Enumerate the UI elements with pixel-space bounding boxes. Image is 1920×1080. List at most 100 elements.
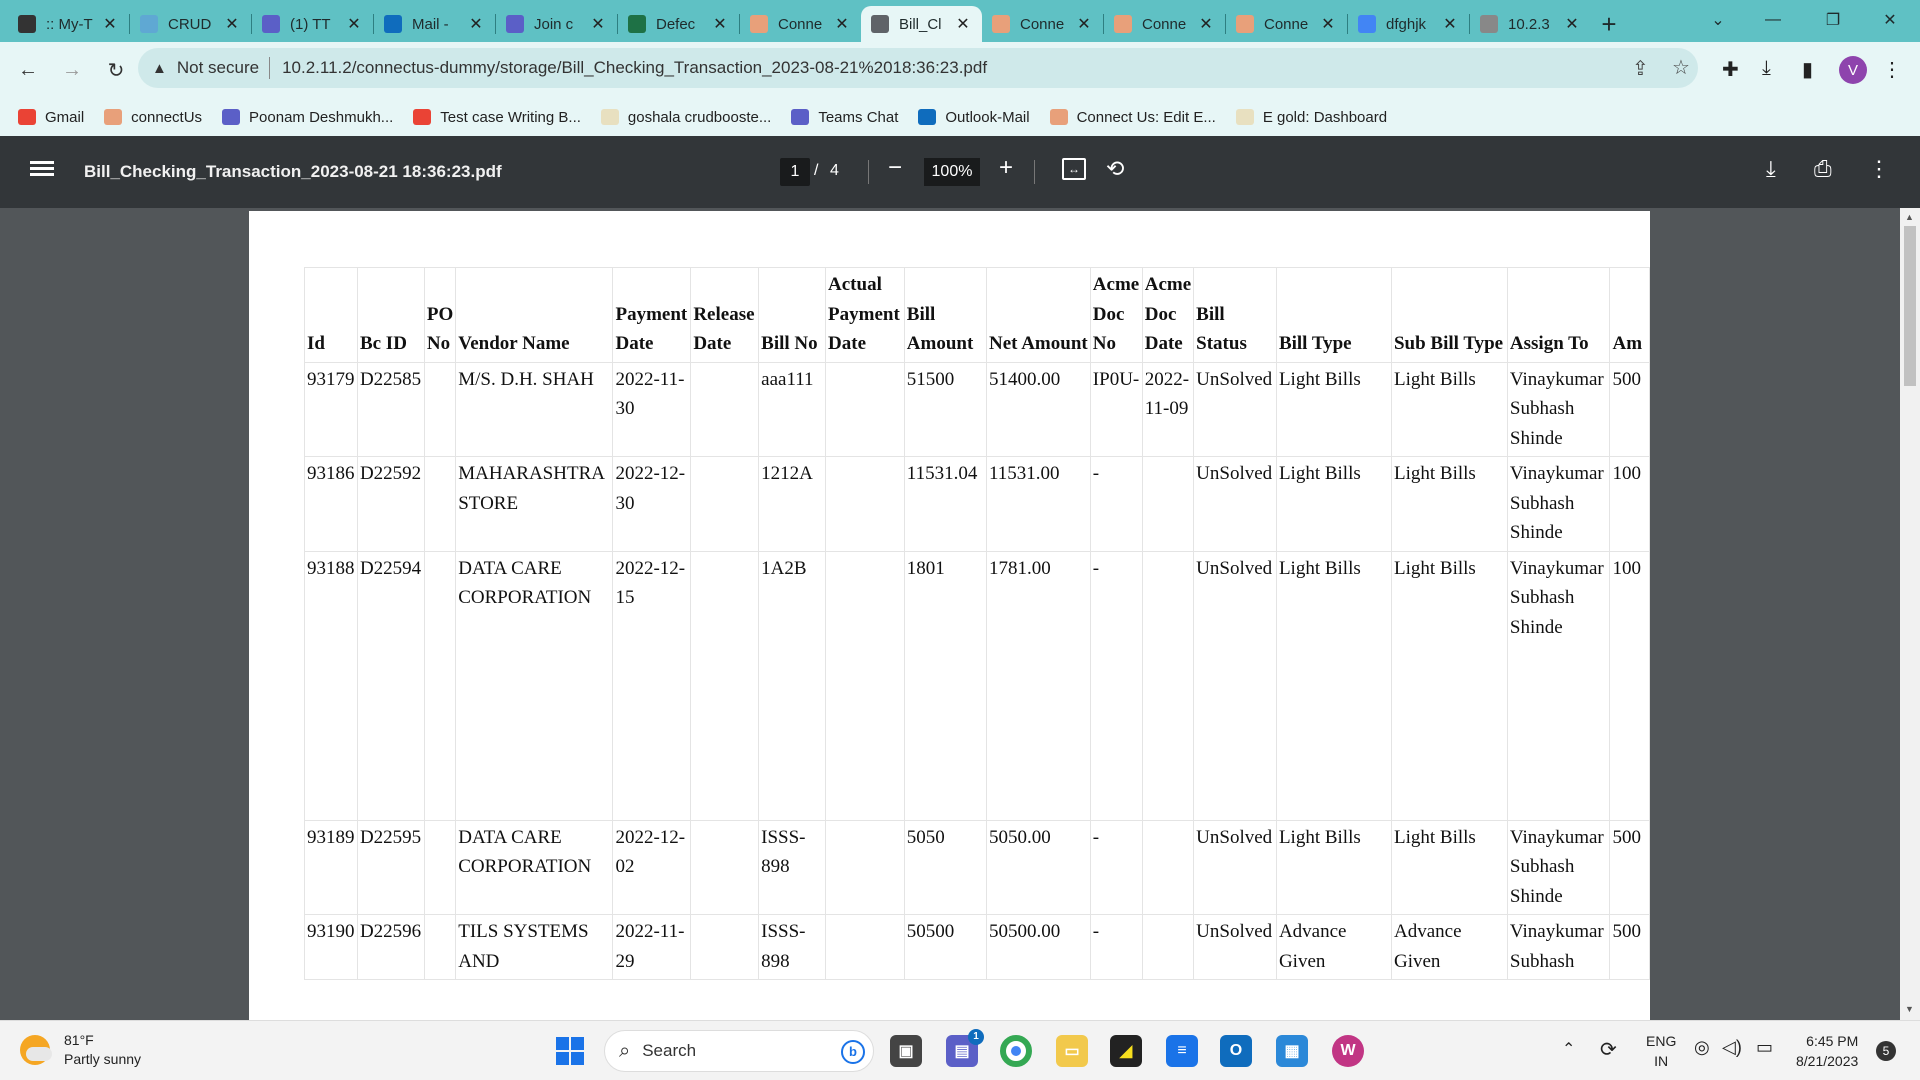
minimize-icon[interactable]: — [1745,0,1801,40]
control-panel-icon[interactable]: ▦ [1276,1035,1308,1067]
tab-close-icon[interactable]: ✕ [1563,14,1581,34]
back-icon[interactable]: ← [10,52,46,88]
browser-tab[interactable]: Conne ✕ [982,6,1103,42]
scroll-up-icon[interactable]: ▲ [1905,212,1914,222]
browser-tab[interactable]: Conne ✕ [1104,6,1225,42]
battery-icon[interactable]: ▭ [1756,1037,1773,1058]
extensions-icon[interactable]: ✚ [1722,57,1739,82]
browser-tab[interactable]: CRUD ✕ [130,6,251,42]
rotate-icon[interactable]: ⟲ [1106,156,1124,182]
reload-icon[interactable]: ↻ [98,52,134,88]
restore-icon[interactable]: ❐ [1805,0,1861,40]
tab-close-icon[interactable]: ✕ [1075,14,1093,34]
column-header: Bill Status [1193,267,1277,363]
tab-close-icon[interactable]: ✕ [954,14,972,34]
tab-title: (1) TT [290,15,331,33]
downloads-icon[interactable]: ⤓ [1762,57,1771,80]
fit-page-icon[interactable]: ↔ [1062,158,1086,180]
print-icon[interactable]: ⎙ [1814,156,1832,182]
network-icon[interactable]: ◎ [1694,1037,1710,1058]
file-explorer-icon[interactable]: ▭ [1056,1035,1088,1067]
chrome-icon[interactable] [1000,1035,1032,1067]
bookmark-item[interactable]: Outlook-Mail [918,109,1030,126]
browser-tab[interactable]: 10.2.3 ✕ [1470,6,1591,42]
tab-close-icon[interactable]: ✕ [711,14,729,34]
tab-search-icon[interactable]: ⌄ [1690,0,1746,40]
tab-close-icon[interactable]: ✕ [833,14,851,34]
wps-icon[interactable]: W [1332,1035,1364,1067]
table-cell: 500 [1609,361,1650,457]
browser-tab[interactable]: (1) TT ✕ [252,6,373,42]
bookmark-item[interactable]: Connect Us: Edit E... [1049,109,1216,126]
pdf-download-icon[interactable]: ⤓ [1766,156,1776,182]
browser-tab[interactable]: Defec ✕ [618,6,739,42]
sync-icon[interactable]: ⟳ [1600,1037,1617,1062]
tab-close-icon[interactable]: ✕ [1441,14,1459,34]
pdf-menu-icon[interactable] [30,158,54,182]
tab-close-icon[interactable]: ✕ [467,14,485,34]
chrome-menu-icon[interactable]: ⋮ [1882,57,1902,82]
page-number-input[interactable]: 1 [780,158,810,186]
zoom-in-icon[interactable]: + [999,154,1013,182]
bookmark-item[interactable]: connectUs [104,109,202,126]
bookmark-item[interactable]: goshala crudbooste... [600,109,771,126]
language-indicator[interactable]: ENG IN [1646,1031,1676,1071]
bookmark-item[interactable]: Poonam Deshmukh... [222,109,393,126]
notepad-icon[interactable]: ≡ [1166,1035,1198,1067]
forward-icon[interactable]: → [54,52,90,88]
bookmark-item[interactable]: Teams Chat [791,109,898,126]
scroll-down-icon[interactable]: ▼ [1905,1004,1914,1014]
table-cell [690,361,760,457]
pdf-more-icon[interactable]: ⋮ [1868,156,1890,182]
sticky-notes-icon[interactable]: ◢ [1110,1035,1142,1067]
windows-start-icon[interactable] [556,1037,584,1065]
tab-close-icon[interactable]: ✕ [1197,14,1215,34]
weather-widget[interactable]: 81°F Partly sunny [20,1031,141,1069]
tab-close-icon[interactable]: ✕ [101,14,119,34]
address-bar[interactable]: ▲ Not secure 10.2.11.2/connectus-dummy/s… [138,48,1698,88]
tab-close-icon[interactable]: ✕ [223,14,241,34]
share-icon[interactable]: ⇪ [1632,56,1649,81]
bookmark-item[interactable]: Test case Writing B... [413,109,581,126]
close-window-icon[interactable]: ✕ [1862,0,1918,40]
tab-close-icon[interactable]: ✕ [1319,14,1337,34]
teams-badge: 1 [968,1029,984,1045]
zoom-input[interactable]: 100% [924,158,980,186]
browser-tab[interactable]: Join c ✕ [496,6,617,42]
side-panel-icon[interactable]: ▮ [1802,57,1813,82]
outlook-icon[interactable]: O [1220,1035,1252,1067]
browser-tab[interactable]: Conne ✕ [1226,6,1347,42]
security-label: Not secure [176,58,260,77]
browser-tab[interactable]: :: My-T ✕ [8,6,129,42]
zoom-out-icon[interactable]: − [888,154,902,182]
notification-badge[interactable]: 5 [1876,1041,1896,1061]
browser-tab[interactable]: Conne ✕ [740,6,861,42]
tab-close-icon[interactable]: ✕ [589,14,607,34]
bookmark-star-icon[interactable]: ☆ [1672,55,1690,80]
tab-title: Bill_Cl [899,15,942,33]
bookmark-item[interactable]: Gmail [18,109,84,126]
task-view-icon[interactable]: ▣ [890,1035,922,1067]
column-header: Bc ID [356,267,425,363]
browser-tab[interactable]: Mail - ✕ [374,6,495,42]
volume-icon[interactable]: ◁) [1722,1037,1742,1058]
teams-chat-icon[interactable]: ▤ 1 [946,1029,984,1067]
tray-overflow-icon[interactable]: ⌃ [1562,1039,1575,1059]
tab-favicon-icon [384,15,402,33]
taskbar: 81°F Partly sunny ⌕ Search b ▣ ▤ 1 ▭ ◢ ≡… [0,1020,1920,1080]
new-tab-icon[interactable]: + [1591,6,1627,42]
tab-close-icon[interactable]: ✕ [345,14,363,34]
bookmark-item[interactable]: E gold: Dashboard [1235,109,1387,126]
table-cell: 51500 [903,361,988,457]
profile-avatar[interactable]: V [1839,56,1867,84]
table-cell: Advance Given [1390,914,1508,980]
browser-tab[interactable]: Bill_Cl ✕ [861,6,982,42]
clock[interactable]: 6:45 PM 8/21/2023 [1796,1031,1858,1071]
table-cell: 2022-11-09 [1141,361,1195,457]
browser-tab[interactable]: dfghjk ✕ [1348,6,1469,42]
vertical-scrollbar[interactable]: ▲ ▼ [1900,208,1920,1020]
scrollbar-thumb[interactable] [1904,226,1916,386]
table-cell: 2022-11-29 [612,914,692,980]
bookmarks-bar: Gmail connectUs Poonam Deshmukh... Test … [0,98,1920,136]
taskbar-search[interactable]: ⌕ Search b [604,1030,874,1072]
